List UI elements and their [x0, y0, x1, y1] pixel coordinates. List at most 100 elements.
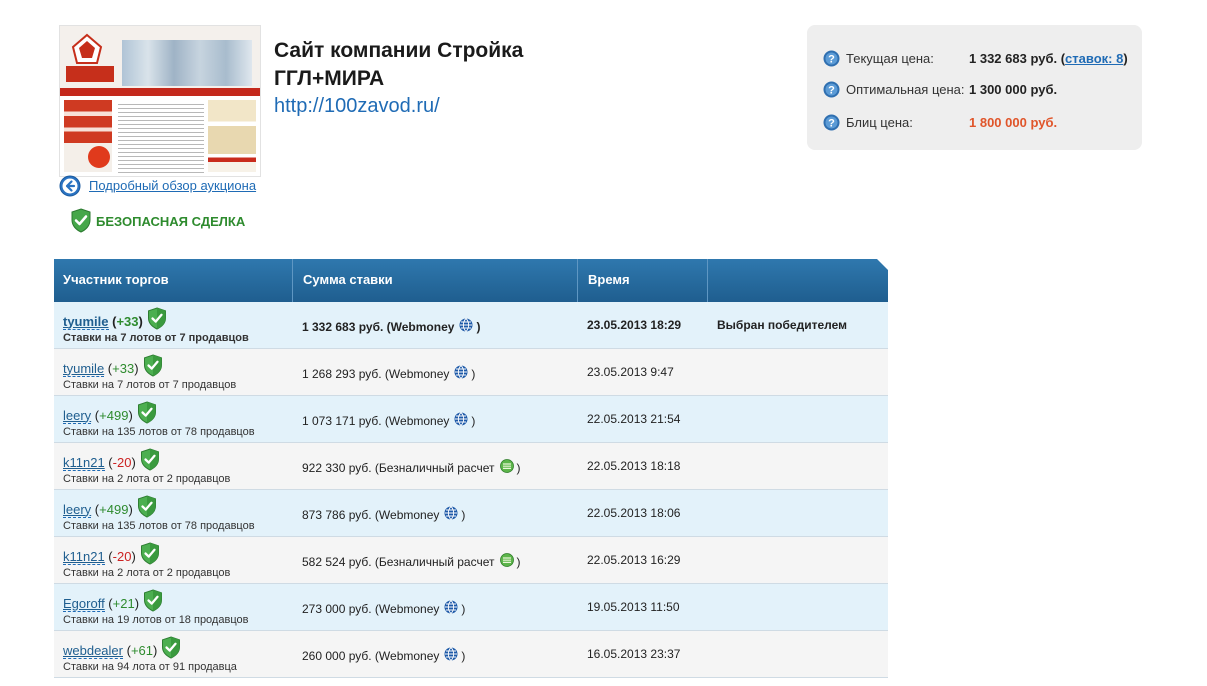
- bid-time: 23.05.2013 18:29: [587, 318, 682, 332]
- bidder-rating-value[interactable]: -20: [113, 455, 132, 470]
- verified-shield-icon: [144, 589, 163, 612]
- bidder-cell: k11n21 (-20): [63, 542, 160, 568]
- verified-shield-icon: [147, 307, 166, 330]
- verified-shield-icon: [137, 495, 156, 518]
- table-row: tyumile (+33) Ставки на 7 лотов от 7 про…: [54, 349, 888, 396]
- bidder-rating: (+33): [108, 314, 143, 329]
- bidder-rating: (+21): [104, 596, 140, 611]
- bid-amount: 1 332 683 руб. (Webmoney ): [302, 318, 480, 335]
- bidder-nick-link[interactable]: k11n21: [63, 549, 105, 565]
- bid-amount-text: 1 268 293 руб. (Webmoney: [302, 366, 450, 381]
- verified-shield-icon: [137, 401, 156, 424]
- thumb-right-column: [208, 100, 256, 172]
- bidder-nick-link[interactable]: webdealer: [63, 643, 123, 659]
- thumb-logo-icon: [71, 33, 103, 64]
- bidder-rating-value[interactable]: -20: [113, 549, 132, 564]
- question-circle-icon[interactable]: ?: [823, 114, 840, 131]
- bid-amount-close: ): [516, 460, 521, 475]
- bid-time: 23.05.2013 9:47: [587, 365, 674, 379]
- bidder-nick-link[interactable]: k11n21: [63, 455, 105, 471]
- payment-icon-slot: [495, 459, 517, 476]
- verified-shield-icon: [140, 448, 159, 471]
- svg-text:?: ?: [828, 84, 835, 96]
- bidder-cell: Egoroff (+21): [63, 589, 163, 615]
- bidder-rating-value[interactable]: +33: [112, 361, 134, 376]
- bidder-cell: leery (+499): [63, 401, 157, 427]
- bidder-nick-link[interactable]: leery: [63, 408, 92, 424]
- bidder-rating-value[interactable]: +33: [116, 314, 138, 329]
- verified-shield-icon: [140, 542, 159, 565]
- webmoney-globe-icon: [454, 365, 468, 379]
- bidder-stats: Ставки на 7 лотов от 7 продавцов: [63, 379, 237, 391]
- bidder-stats: Ставки на 94 лота от 91 продавца: [63, 661, 237, 673]
- bidder-rating: (+499): [91, 502, 133, 517]
- optimal-price-value: 1 300 000 руб.: [969, 81, 1058, 97]
- bid-amount-text: 260 000 руб. (Webmoney: [302, 648, 440, 663]
- bidder-rating-value[interactable]: +21: [113, 596, 135, 611]
- bid-amount-close: ): [461, 648, 466, 663]
- blitz-price-label: Блиц цена:: [846, 114, 913, 130]
- payment-icon-slot: [439, 600, 461, 617]
- bidder-nick-link[interactable]: tyumile: [63, 314, 109, 330]
- webmoney-globe-icon: [444, 506, 458, 520]
- payment-icon-slot: [495, 553, 517, 570]
- price-panel: ? Текущая цена: 1 332 683 руб. (ставок: …: [807, 25, 1142, 150]
- bid-time: 19.05.2013 11:50: [587, 600, 680, 614]
- bidder-stats: Ставки на 135 лотов от 78 продавцов: [63, 520, 255, 532]
- table-row: tyumile (+33) Ставки на 7 лотов от 7 про…: [54, 302, 888, 349]
- bidder-rating-value[interactable]: +61: [131, 643, 153, 658]
- bidder-nick-link[interactable]: tyumile: [63, 361, 105, 377]
- lot-title: Сайт компании Стройка ГГЛ+МИРА: [274, 37, 523, 93]
- lot-title-line2: ГГЛ+МИРА: [274, 67, 385, 90]
- bidder-stats: Ставки на 135 лотов от 78 продавцов: [63, 426, 255, 438]
- bid-time: 22.05.2013 18:18: [587, 459, 681, 473]
- payment-icon-slot: [449, 365, 471, 382]
- current-price-row: ? Текущая цена: 1 332 683 руб. (ставок: …: [823, 47, 1128, 69]
- bidder-stats: Ставки на 2 лота от 2 продавцов: [63, 567, 231, 579]
- bid-amount-close: ): [471, 413, 476, 428]
- bid-amount: 1 073 171 руб. (Webmoney ): [302, 412, 475, 429]
- bidder-rating-value[interactable]: +499: [99, 502, 128, 517]
- bid-amount-close: ): [516, 554, 521, 569]
- bidder-nick-link[interactable]: Egoroff: [63, 596, 105, 612]
- bidder-rating: (-20): [104, 455, 136, 470]
- bid-amount-close: ): [471, 366, 476, 381]
- webmoney-globe-icon: [459, 318, 473, 332]
- bid-time: 22.05.2013 16:29: [587, 553, 681, 567]
- bid-amount-text: 582 524 руб. (Безналичный расчет: [302, 554, 495, 569]
- arrow-left-circle-icon[interactable]: [59, 175, 81, 197]
- bid-amount-text: 1 073 171 руб. (Webmoney: [302, 413, 450, 428]
- col-header-time: Время: [588, 272, 630, 287]
- bids-count-link[interactable]: ставок: 8: [1065, 51, 1123, 66]
- bidder-nick-link[interactable]: leery: [63, 502, 92, 518]
- bidder-stats: Ставки на 7 лотов от 7 продавцов: [63, 332, 249, 344]
- bid-amount-text: 922 330 руб. (Безналичный расчет: [302, 460, 495, 475]
- bid-amount-close: ): [476, 319, 481, 334]
- bids-table: Участник торгов Сумма ставки Время tyumi…: [54, 259, 888, 678]
- question-circle-icon[interactable]: ?: [823, 50, 840, 67]
- col-header-status: [709, 259, 888, 302]
- thumb-menu-bar: [60, 88, 260, 96]
- bidder-stats: Ставки на 2 лота от 2 продавцов: [63, 473, 231, 485]
- blitz-price-value: 1 800 000 руб.: [969, 114, 1058, 130]
- thumb-text-column: [118, 104, 204, 174]
- safe-deal-label: БЕЗОПАСНАЯ СДЕЛКА: [96, 214, 246, 229]
- verified-shield-icon: [162, 636, 181, 659]
- bid-status: Выбран победителем: [717, 318, 847, 332]
- svg-text:?: ?: [828, 53, 835, 65]
- bid-amount-text: 273 000 руб. (Webmoney: [302, 601, 440, 616]
- question-circle-icon[interactable]: ?: [823, 81, 840, 98]
- bidder-rating-value[interactable]: +499: [99, 408, 128, 423]
- table-row: Egoroff (+21) Ставки на 19 лотов от 18 п…: [54, 584, 888, 631]
- bidder-cell: tyumile (+33): [63, 307, 167, 333]
- table-row: webdealer (+61) Ставки на 94 лота от 91 …: [54, 631, 888, 678]
- site-screenshot-thumbnail[interactable]: [59, 25, 261, 177]
- site-url-link[interactable]: http://100zavod.ru/: [274, 95, 440, 118]
- bidder-rating: (+499): [91, 408, 133, 423]
- table-body: tyumile (+33) Ставки на 7 лотов от 7 про…: [54, 302, 888, 678]
- lot-title-line1: Сайт компании Стройка: [274, 39, 524, 62]
- bid-amount-text: 873 786 руб. (Webmoney: [302, 507, 440, 522]
- auction-review-link[interactable]: Подробный обзор аукциона: [89, 178, 256, 193]
- webmoney-globe-icon: [454, 412, 468, 426]
- bid-amount: 1 268 293 руб. (Webmoney ): [302, 365, 475, 382]
